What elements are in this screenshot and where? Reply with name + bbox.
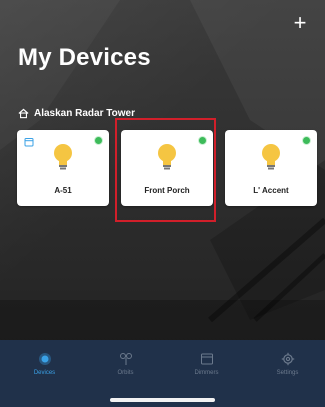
page-title: My Devices <box>18 44 151 71</box>
device-name: A-51 <box>54 186 72 195</box>
device-card-a51[interactable]: A-51 <box>17 130 109 206</box>
status-indicator <box>303 137 310 144</box>
home-indicator[interactable] <box>110 398 215 402</box>
tab-settings[interactable]: Settings <box>247 348 325 396</box>
tab-label: Dimmers <box>194 370 219 376</box>
dimmer-icon <box>200 353 213 365</box>
tab-label: Orbits <box>117 370 134 376</box>
calendar-icon <box>24 138 34 147</box>
home-icon <box>18 108 29 119</box>
tab-orbits[interactable]: Orbits <box>85 348 166 396</box>
device-dot-icon <box>38 353 51 365</box>
orbits-icon <box>119 353 132 365</box>
tab-label: Settings <box>276 370 299 376</box>
tab-dimmers[interactable]: Dimmers <box>166 348 247 396</box>
tab-label: Devices <box>33 370 56 376</box>
status-indicator <box>95 137 102 144</box>
add-device-button[interactable]: + <box>289 12 311 34</box>
device-name: L' Accent <box>253 186 289 195</box>
plus-icon: + <box>293 10 307 35</box>
bulb-icon <box>54 144 72 170</box>
selection-highlight <box>115 118 216 222</box>
tab-bar: Devices Orbits Dimmers Settings <box>0 340 325 407</box>
device-card-l-accent[interactable]: L' Accent <box>225 130 317 206</box>
gear-icon <box>281 352 294 366</box>
bulb-icon <box>262 144 280 170</box>
tab-devices[interactable]: Devices <box>4 348 85 396</box>
